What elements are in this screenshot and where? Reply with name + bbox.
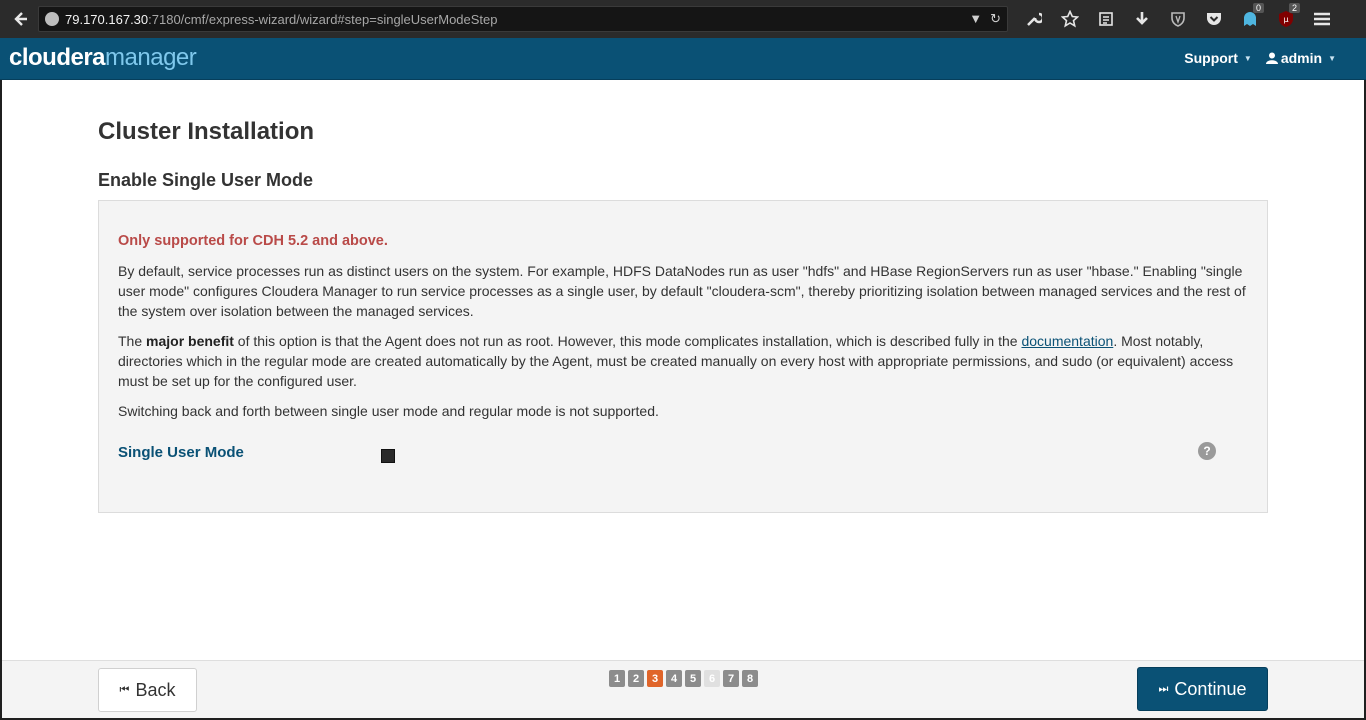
browser-toolbar: 79.170.167.30:7180/cmf/express-wizard/wi…	[0, 0, 1366, 38]
cdh-version-warning: Only supported for CDH 5.2 and above.	[118, 233, 388, 249]
continue-label: Continue	[1174, 678, 1247, 699]
ghostery-icon[interactable]: 0	[1232, 3, 1268, 34]
logo-secondary-text: manager	[105, 44, 197, 71]
wizard-step: 7	[723, 670, 739, 687]
user-menu[interactable]: admin ▼	[1265, 50, 1336, 66]
help-icon[interactable]: ?	[1198, 442, 1216, 460]
ghostery-badge: 0	[1252, 3, 1264, 13]
wizard-step: 4	[666, 670, 682, 687]
back-button[interactable]: ⏮ Back	[98, 668, 197, 712]
user-label: admin	[1280, 50, 1323, 66]
pocket-icon[interactable]	[1196, 4, 1232, 34]
wizard-step-current: 3	[647, 670, 663, 687]
wrench-icon[interactable]	[1016, 4, 1052, 34]
single-user-mode-label: Single User Mode	[118, 444, 244, 461]
support-label: Support	[1184, 50, 1238, 66]
download-icon[interactable]	[1124, 4, 1160, 34]
address-bar[interactable]: 79.170.167.30:7180/cmf/express-wizard/wi…	[38, 6, 1008, 32]
ublock-icon[interactable]: μ 2	[1268, 3, 1304, 34]
wizard-step-disabled: 6	[704, 670, 720, 687]
main-content: Cluster Installation Enable Single User …	[2, 80, 1364, 660]
step-forward-icon: ⏭	[1158, 682, 1169, 695]
page-title: Cluster Installation	[98, 118, 315, 145]
major-benefit-text: major benefit	[146, 333, 234, 349]
url-host: 79.170.167.30	[65, 11, 149, 27]
cloudera-manager-logo[interactable]: clouderamanager	[9, 44, 197, 72]
documentation-link[interactable]: documentation	[1021, 333, 1113, 349]
single-user-mode-field: Single User Mode ?	[118, 442, 1248, 483]
single-user-mode-panel: Only supported for CDH 5.2 and above. By…	[98, 200, 1268, 513]
description-paragraph-2: The major benefit of this option is that…	[118, 331, 1248, 391]
section-title: Enable Single User Mode	[98, 170, 314, 190]
continue-button[interactable]: ⏭ Continue	[1137, 667, 1268, 711]
ublock-badge: 2	[1288, 3, 1300, 13]
single-user-mode-checkbox[interactable]	[381, 449, 395, 463]
description-paragraph-3: Switching back and forth between single …	[118, 403, 659, 419]
reader-view-icon[interactable]	[1088, 4, 1124, 34]
wizard-step: 5	[685, 670, 701, 687]
wizard-footer: ⏮ Back 1 2 3 4 5 6 7 8 ⏭ Continue	[2, 660, 1364, 718]
globe-icon	[45, 12, 59, 26]
user-icon	[1265, 52, 1278, 64]
caret-down-icon: ▼	[1328, 53, 1336, 63]
url-path: :7180/cmf/express-wizard/wizard#step=sin…	[148, 11, 498, 27]
para2-prefix: The	[118, 333, 147, 349]
reload-icon[interactable]: ↻	[990, 11, 1001, 27]
wizard-step: 8	[742, 670, 758, 687]
back-label: Back	[135, 679, 176, 700]
hamburger-menu-icon[interactable]	[1304, 4, 1340, 34]
step-back-icon: ⏮	[119, 683, 130, 696]
wizard-step: 1	[609, 670, 625, 687]
dropdown-arrow-icon[interactable]: ▼	[969, 11, 982, 27]
wizard-step: 2	[628, 670, 644, 687]
shield-icon[interactable]	[1160, 4, 1196, 34]
browser-back-icon[interactable]	[6, 5, 36, 33]
description-paragraph-1: By default, service processes run as dis…	[118, 263, 1246, 319]
wizard-step-indicator: 1 2 3 4 5 6 7 8	[609, 670, 758, 687]
svg-text:μ: μ	[1283, 15, 1288, 24]
logo-primary-text: cloudera	[9, 44, 106, 71]
bookmark-star-icon[interactable]	[1052, 4, 1088, 34]
support-menu[interactable]: Support ▼	[1184, 50, 1252, 66]
para2-mid: of this option is that the Agent does no…	[233, 333, 1022, 349]
caret-down-icon: ▼	[1243, 53, 1252, 63]
app-header: clouderamanager Support ▼ admin ▼	[0, 38, 1366, 80]
